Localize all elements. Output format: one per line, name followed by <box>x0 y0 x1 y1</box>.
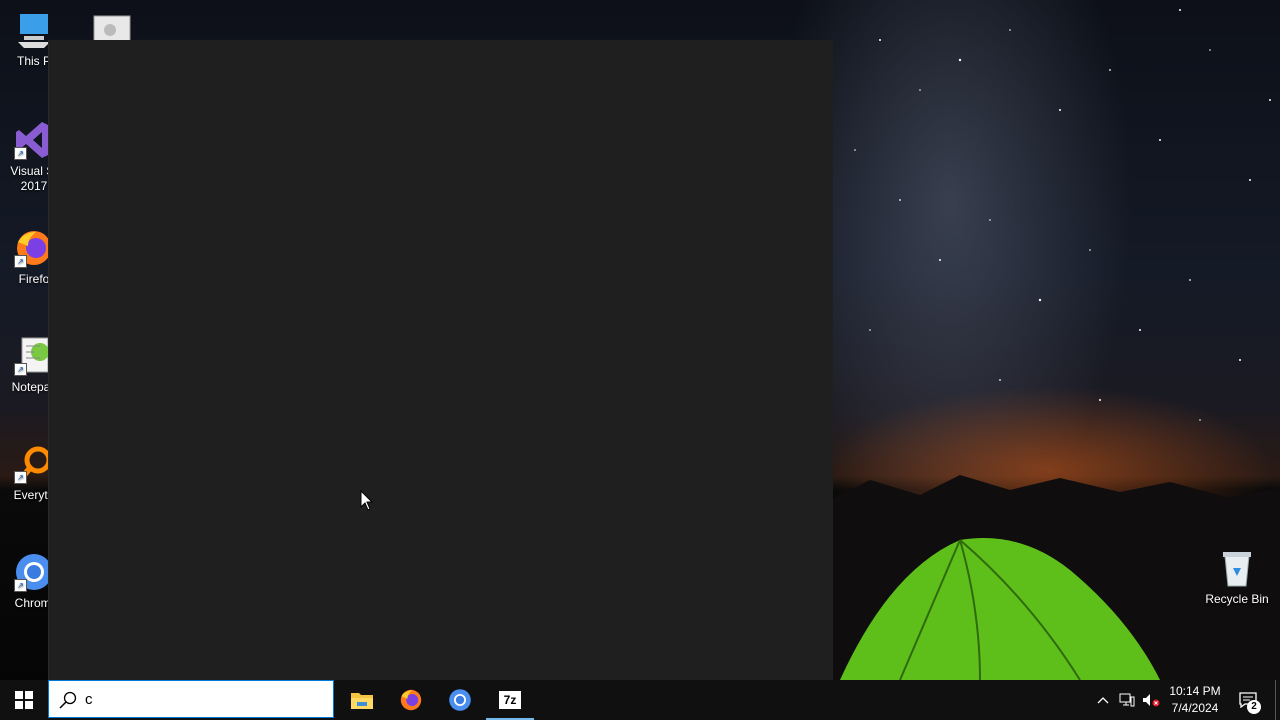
taskbar-app-file-explorer[interactable] <box>338 680 386 720</box>
chevron-up-icon <box>1097 697 1109 704</box>
shortcut-arrow-icon: ↗ <box>14 363 27 376</box>
file-explorer-icon <box>351 693 373 709</box>
network-status-button[interactable] <box>1116 680 1138 720</box>
taskbar: 7z 10:14 PM 7/4/2024 2 <box>0 680 1280 720</box>
shortcut-arrow-icon: ↗ <box>14 147 27 160</box>
network-icon <box>1119 693 1135 707</box>
clock-time: 10:14 PM <box>1169 684 1221 698</box>
green-tent <box>840 538 1160 680</box>
7zip-label: 7z <box>503 693 517 707</box>
taskbar-app-chromium[interactable] <box>436 680 484 720</box>
recycle-bin-icon <box>1217 548 1257 588</box>
chromium-icon <box>449 689 471 711</box>
notification-count-badge: 2 <box>1247 700 1261 714</box>
show-hidden-icons-button[interactable] <box>1092 680 1114 720</box>
shortcut-arrow-icon: ↗ <box>14 255 27 268</box>
clock-date: 7/4/2024 <box>1171 701 1219 715</box>
search-input[interactable] <box>85 687 325 711</box>
taskbar-app-firefox[interactable] <box>387 680 435 720</box>
show-desktop-button[interactable] <box>1275 680 1276 720</box>
desktop-icon-recycle-bin[interactable]: Recycle Bin <box>1200 548 1274 607</box>
taskbar-clock[interactable]: 10:14 PM 7/4/2024 <box>1160 683 1230 717</box>
windows-logo-icon <box>15 691 33 709</box>
taskbar-app-7zip[interactable]: 7z <box>486 680 534 720</box>
taskbar-search-box[interactable] <box>48 680 334 718</box>
mouse-cursor-icon <box>360 490 374 511</box>
shortcut-arrow-icon: ↗ <box>14 471 27 484</box>
7zip-icon: 7z <box>499 691 521 709</box>
search-icon <box>59 691 77 709</box>
desktop-icon-label: Recycle Bin <box>1205 592 1269 606</box>
start-button[interactable] <box>0 680 48 720</box>
action-center-button[interactable] <box>1234 680 1262 720</box>
search-results-panel[interactable] <box>48 40 833 680</box>
shortcut-arrow-icon: ↗ <box>14 579 27 592</box>
volume-muted-icon <box>1143 694 1160 707</box>
volume-button[interactable] <box>1140 680 1162 720</box>
firefox-icon <box>400 689 422 711</box>
